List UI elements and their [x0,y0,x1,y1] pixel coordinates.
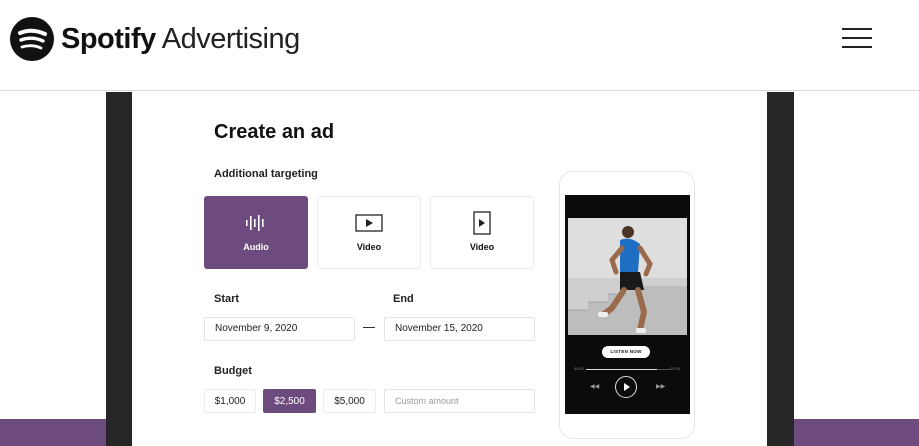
spotify-advertising-logo[interactable]: Spotify Advertising [10,17,300,61]
remaining-time: 00:30 [670,366,681,371]
runner-photo [568,218,687,335]
targeting-option-label: Audio [243,241,269,252]
targeting-label: Additional targeting [214,168,318,180]
targeting-option-video-portrait[interactable]: Video [430,196,534,269]
end-date-field[interactable]: November 15, 2020 [384,317,535,341]
video-landscape-icon [355,213,383,232]
skip-back-icon[interactable]: ◀◀ [590,383,599,390]
brand-suffix: Advertising [161,22,300,55]
custom-amount-input[interactable] [384,389,535,413]
targeting-option-label: Video [356,241,382,252]
start-label: Start [214,293,240,305]
hamburger-menu-icon[interactable] [842,28,872,50]
skip-forward-icon[interactable]: ▶▶ [656,383,665,390]
elapsed-time: 00:12 [574,366,585,371]
budget-option-2500[interactable]: $2,500 [263,389,316,413]
budget-option-5000[interactable]: $5,000 [323,389,376,413]
start-date-field[interactable]: November 9, 2020 [204,317,355,341]
date-range-separator [363,327,375,328]
targeting-option-video-landscape[interactable]: Video [317,196,421,269]
targeting-option-audio[interactable]: Audio [204,196,308,269]
listen-now-button[interactable]: LISTEN NOW [602,346,650,358]
site-header: Spotify Advertising [0,0,919,91]
audio-waveform-icon [245,214,267,232]
playback-progress-fill [586,369,657,370]
budget-label: Budget [214,365,252,377]
end-label: End [393,293,414,305]
video-portrait-icon [473,210,491,235]
page-title: Create an ad [214,121,335,143]
spotify-logo-icon [10,17,54,61]
brand-name: Spotify [61,22,156,55]
budget-option-1000[interactable]: $1,000 [204,389,256,413]
play-icon[interactable] [615,376,637,398]
targeting-option-label: Video [469,241,495,252]
